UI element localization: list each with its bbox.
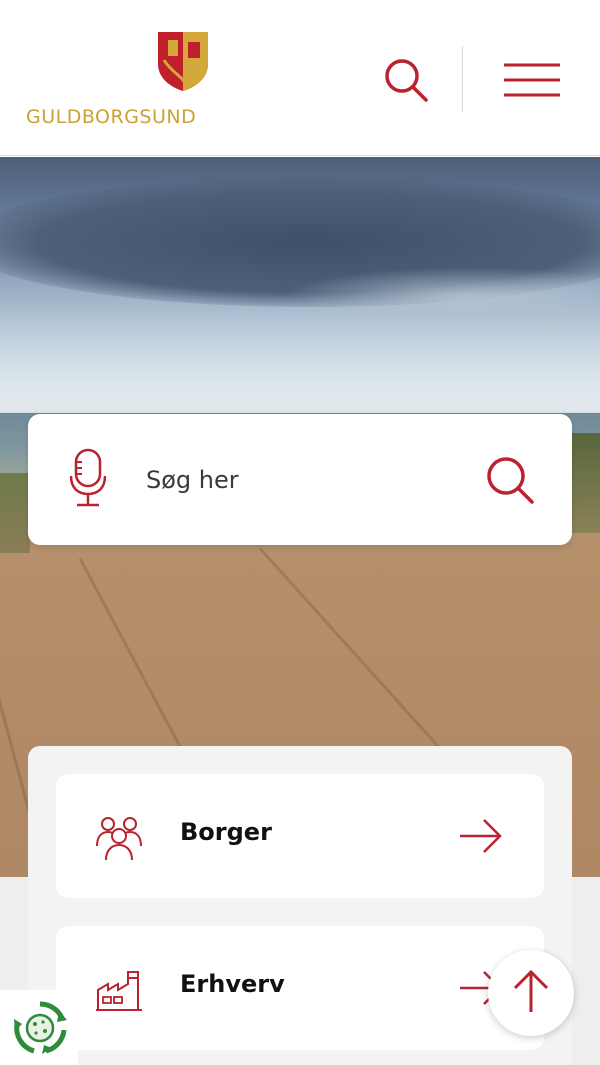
coat-of-arms-icon <box>158 32 208 91</box>
factory-icon <box>96 971 142 1011</box>
nav-item-borger[interactable]: Borger <box>56 774 544 898</box>
cookie-consent-icon <box>14 1001 67 1054</box>
arrow-up-icon <box>513 969 549 1012</box>
nav-item-label: Borger <box>180 818 272 846</box>
arrow-right-icon <box>460 819 502 853</box>
hamburger-menu-icon[interactable] <box>502 60 562 100</box>
scroll-to-top-button[interactable] <box>488 950 574 1036</box>
search-submit-icon[interactable] <box>484 454 536 506</box>
people-icon <box>96 817 142 861</box>
search-icon[interactable] <box>382 56 430 104</box>
search-input[interactable] <box>146 450 466 510</box>
logo-wordmark: GULDBORGSUND <box>26 106 197 128</box>
search-box <box>28 414 572 545</box>
site-header: GULDBORGSUND <box>0 0 600 156</box>
microphone-icon[interactable] <box>68 448 108 510</box>
header-divider <box>462 46 463 112</box>
cookie-consent-button[interactable] <box>0 990 78 1065</box>
nav-item-erhverv[interactable]: Erhverv <box>56 926 544 1050</box>
guldborgsund-logo[interactable]: GULDBORGSUND <box>26 30 216 130</box>
nav-item-label: Erhverv <box>180 970 285 998</box>
